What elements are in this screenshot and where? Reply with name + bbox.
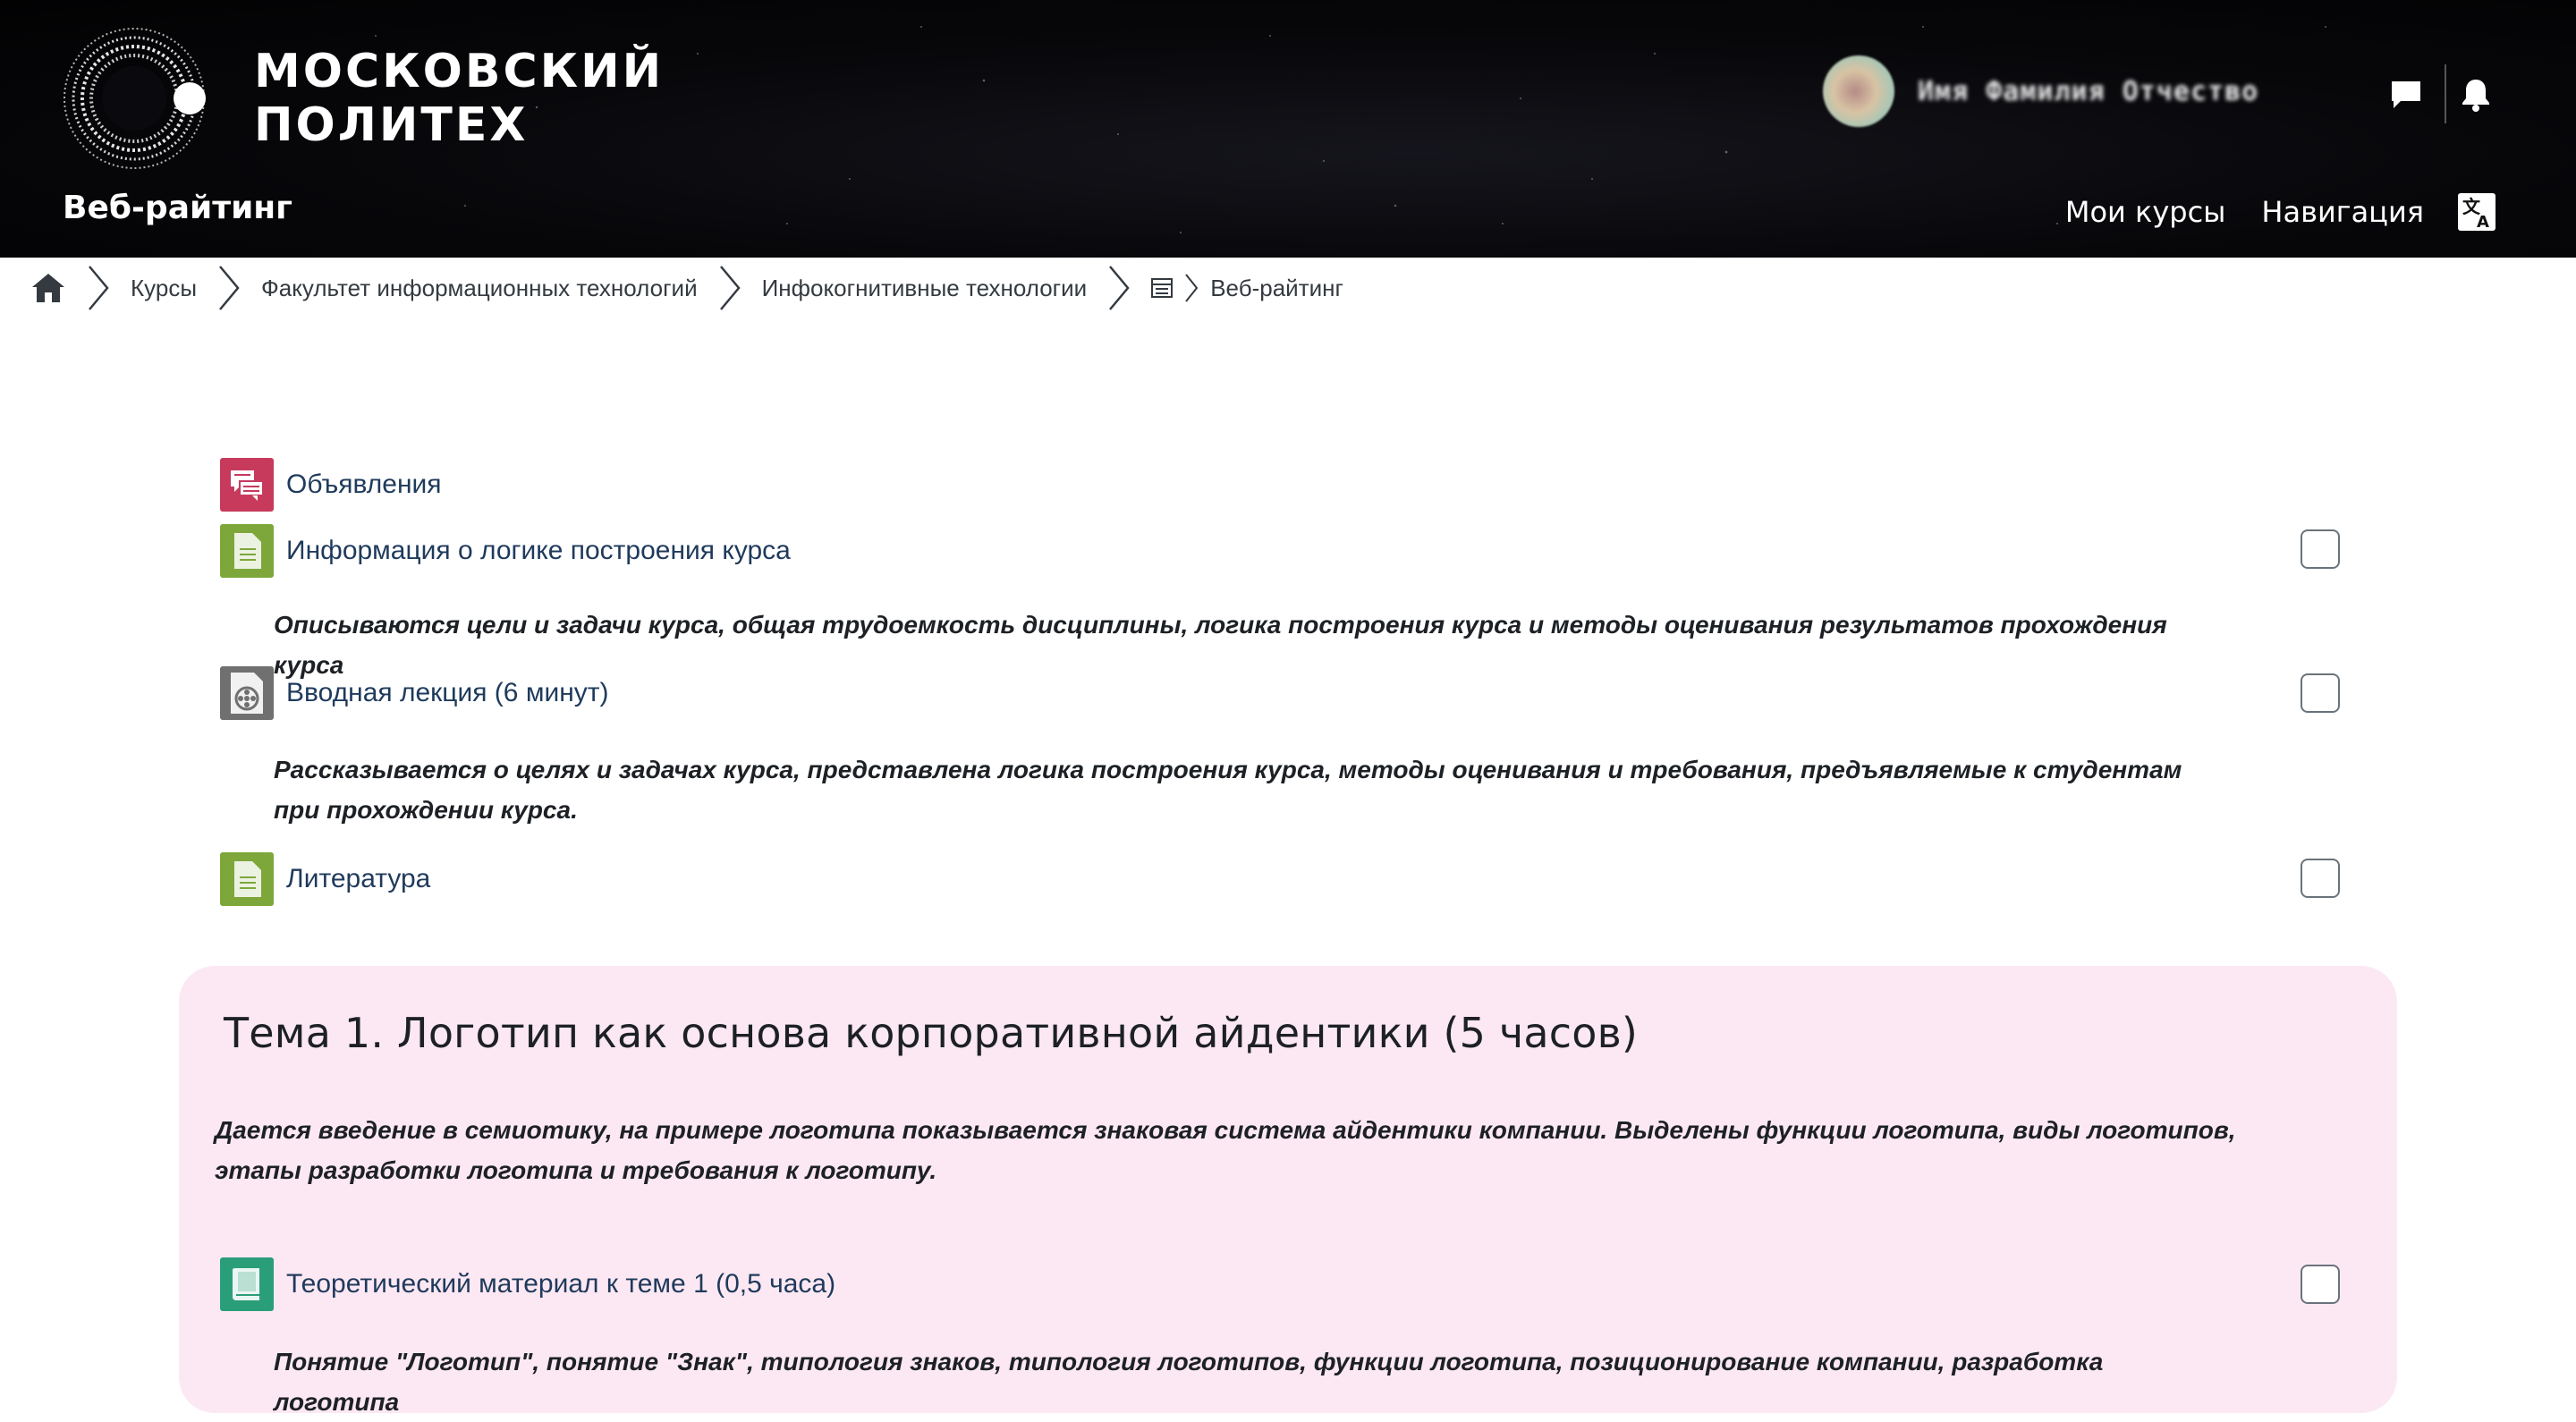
language-icon[interactable]: 文 A xyxy=(2458,193,2496,231)
logo-mark-icon xyxy=(64,28,206,169)
user-name[interactable]: Имя Фамилия Отчество xyxy=(1918,76,2258,107)
logo-line-2: ПОЛИТЕХ xyxy=(254,98,529,152)
chevron-right-icon xyxy=(1185,274,1199,302)
logo-line-1: МОСКОВСКИЙ xyxy=(254,45,665,98)
activity-course-logic[interactable]: Информация о логике построения курса xyxy=(220,524,791,578)
messages-icon[interactable] xyxy=(2388,77,2424,113)
section-description: Дается введение в семиотику, на примере … xyxy=(215,1116,2236,1184)
activity-theory-material[interactable]: Теоретический материал к теме 1 (0,5 час… xyxy=(220,1257,835,1311)
completion-checkbox[interactable] xyxy=(2301,529,2340,569)
activity-label[interactable]: Вводная лекция (6 минут) xyxy=(286,678,609,708)
activity-description: Рассказывается о целях и задачах курса, … xyxy=(274,756,2182,824)
activity-announcements[interactable]: Объявления xyxy=(220,458,442,512)
chevron-right-icon xyxy=(1109,266,1130,310)
breadcrumb-faculty[interactable]: Факультет информационных технологий xyxy=(261,275,698,302)
logo[interactable]: МОСКОВСКИЙ ПОЛИТЕХ xyxy=(63,27,664,170)
svg-text:A: A xyxy=(2477,213,2489,231)
avatar[interactable] xyxy=(1823,55,1894,127)
site-header: МОСКОВСКИЙ ПОЛИТЕХ Веб-райтинг Имя Фамил… xyxy=(0,0,2576,258)
breadcrumb: Курсы Факультет информационных технологи… xyxy=(30,263,1343,313)
section-title: Тема 1. Логотип как основа корпоративной… xyxy=(224,1009,1639,1057)
nav-navigation[interactable]: Навигация xyxy=(2261,195,2424,229)
site-title[interactable]: Веб-райтинг xyxy=(63,190,292,226)
completion-checkbox[interactable] xyxy=(2301,1265,2340,1304)
breadcrumb-courses[interactable]: Курсы xyxy=(131,275,197,302)
home-icon xyxy=(32,274,64,302)
chevron-right-icon xyxy=(89,266,109,310)
page-icon xyxy=(220,852,274,906)
course-icon xyxy=(1151,278,1174,298)
chevron-right-icon xyxy=(219,266,240,310)
activity-label[interactable]: Информация о логике построения курса xyxy=(286,536,791,566)
activity-label[interactable]: Литература xyxy=(286,864,430,894)
video-icon xyxy=(220,666,274,720)
notifications-icon[interactable] xyxy=(2458,77,2494,113)
activity-intro-lecture[interactable]: Вводная лекция (6 минут) xyxy=(220,666,609,720)
primary-navigation: Мои курсы Навигация xyxy=(2065,195,2424,229)
completion-checkbox[interactable] xyxy=(2301,859,2340,898)
book-icon xyxy=(220,1257,274,1311)
completion-checkbox[interactable] xyxy=(2301,673,2340,713)
header-divider xyxy=(2445,64,2446,123)
activity-label[interactable]: Объявления xyxy=(286,470,442,500)
breadcrumb-department[interactable]: Инфокогнитивные технологии xyxy=(762,275,1088,302)
activity-description: Понятие "Логотип", понятие "Знак", типол… xyxy=(274,1348,2104,1416)
forum-icon xyxy=(220,458,274,512)
activity-literature[interactable]: Литература xyxy=(220,852,430,906)
activity-label[interactable]: Теоретический материал к теме 1 (0,5 час… xyxy=(286,1269,835,1299)
nav-my-courses[interactable]: Мои курсы xyxy=(2065,195,2226,229)
user-menu[interactable]: Имя Фамилия Отчество xyxy=(1823,55,2258,127)
page-icon xyxy=(220,524,274,578)
breadcrumb-course[interactable]: Веб-райтинг xyxy=(1210,275,1343,302)
home-link[interactable] xyxy=(30,271,66,305)
chevron-right-icon xyxy=(719,266,741,310)
